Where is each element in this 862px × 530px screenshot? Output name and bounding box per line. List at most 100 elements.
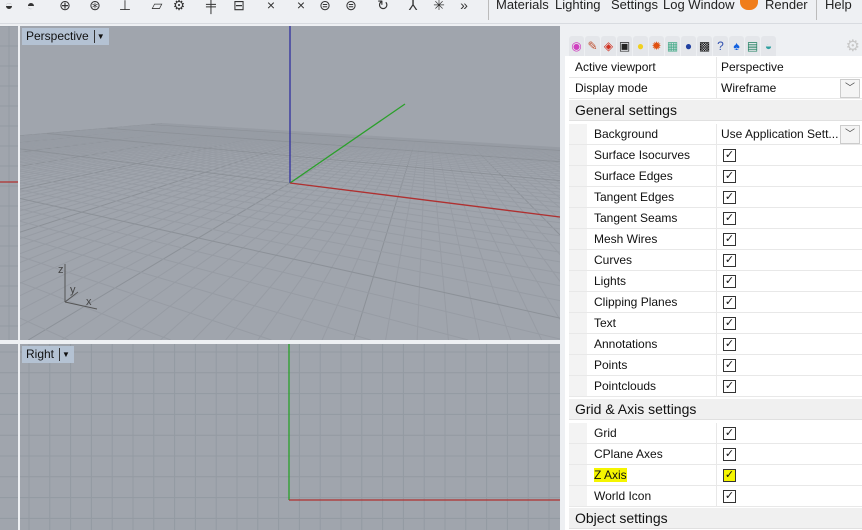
menu-log-window[interactable]: Log Window [663,0,735,11]
dropdown-chevron-icon[interactable]: ﹀ [840,79,860,98]
property-value[interactable]: ✓ [717,145,862,165]
sun-icon[interactable]: ✹ [649,36,664,56]
pen-icon[interactable]: ✎ [585,36,600,56]
property-value[interactable]: ✓ [717,376,862,396]
label-text: Mesh Wires [594,232,658,246]
checkbox[interactable]: ✓ [723,426,736,440]
checkbox[interactable]: ✓ [723,447,736,461]
label-text: Tangent Seams [594,211,678,225]
gear-icon[interactable]: ⚙ [846,36,860,56]
checkbox[interactable]: ✓ [723,190,736,204]
menu-render[interactable]: Render [765,0,808,11]
render-preview-icon[interactable]: ◓ [22,0,40,12]
perspective-viewport[interactable]: Perspective ▼ z y x [20,26,560,340]
surface-icon[interactable]: ▱ [148,0,166,12]
grid-icon[interactable]: ⊥ [116,0,134,12]
general-setting-row: Mesh Wires ✓ [569,229,862,250]
property-value[interactable]: ✓ [717,444,862,464]
bell-icon[interactable]: ♠ [729,36,744,56]
property-value[interactable]: Wireframe ﹀ [717,78,862,98]
color-wheel-icon[interactable]: ◉ [569,36,584,56]
menu-lighting[interactable]: Lighting [555,0,601,11]
transform2-icon[interactable]: × [292,0,310,12]
print-icon[interactable]: ⊟ [230,0,248,12]
checkbox[interactable]: ✓ [723,169,736,183]
toolbar: ◒ ◓ ⊕ ⊛ ⊥ ▱ ⚙ ╪ ⊟ × × ⊜ ⊜ ↻ ⅄ ✳ » Materi… [0,0,862,24]
menu-settings[interactable]: Settings [611,0,658,11]
checkbox[interactable]: ✓ [723,489,736,503]
general-settings-header[interactable]: General settings [569,100,862,121]
chevron-down-icon[interactable]: ▼ [59,348,70,361]
property-value[interactable]: Use Application Sett... ﹀ [717,124,862,144]
osnap-icon[interactable]: ⊕ [56,0,74,12]
rotate-icon[interactable]: ↻ [374,0,392,12]
property-value[interactable]: ✓ [717,334,862,354]
image-icon[interactable]: ▤ [745,36,760,56]
property-label: Pointclouds [569,376,717,396]
checker-icon[interactable]: ▩ [697,36,712,56]
checkbox[interactable]: ✓ [723,337,736,351]
mesh-icon[interactable]: ⚙ [170,0,188,12]
property-value[interactable]: ✓ [717,250,862,270]
checkbox[interactable]: ✓ [723,316,736,330]
sun-icon[interactable]: ✳ [430,0,448,12]
layers-icon[interactable]: ◈ [601,36,616,56]
property-value[interactable]: ✓ [717,313,862,333]
property-value[interactable]: ✓ [717,465,862,485]
label-text: CPlane Axes [594,447,663,461]
menu-help[interactable]: Help [825,0,852,11]
checkbox[interactable]: ✓ [723,274,736,288]
checkbox[interactable]: ✓ [723,295,736,309]
shade-icon[interactable]: ◒ [0,0,18,12]
grid-setting-row: CPlane Axes ✓ [569,444,862,465]
grid-setting-row: World Icon ✓ [569,486,862,507]
keyboard-icon[interactable]: ▦ [665,36,680,56]
checkbox[interactable]: ✓ [723,358,736,372]
cloud-icon[interactable]: ◒ [761,36,776,56]
checkbox[interactable]: ✓ [723,232,736,246]
menu-materials[interactable]: Materials [496,0,549,11]
property-value[interactable]: ✓ [717,486,862,506]
property-label: Tangent Edges [569,187,717,207]
gumball-icon[interactable]: ⊛ [86,0,104,12]
more-icon[interactable]: » [455,0,473,12]
label-text: Grid [594,426,617,440]
layout2-icon[interactable]: ⊜ [342,0,360,12]
property-value[interactable]: ✓ [717,423,862,443]
checkbox[interactable]: ✓ [723,148,736,162]
help-window-icon[interactable]: ? [713,36,728,56]
display-icon[interactable]: ▣ [617,36,632,56]
transform-icon[interactable]: × [262,0,280,12]
checkbox[interactable]: ✓ [723,211,736,225]
grid-setting-row: Z Axis ✓ [569,465,862,486]
chevron-down-icon[interactable]: ▼ [93,30,105,43]
property-value[interactable]: ✓ [717,187,862,207]
checkbox[interactable]: ✓ [723,468,736,482]
general-setting-row: Pointclouds ✓ [569,376,862,397]
property-value[interactable]: ✓ [717,229,862,249]
object-settings-header[interactable]: Object settings [569,508,862,529]
bomb-icon[interactable]: ● [681,36,696,56]
checkbox[interactable]: ✓ [723,379,736,393]
grid-line [20,220,469,340]
grid-line [20,208,560,340]
general-setting-row: Surface Isocurves ✓ [569,145,862,166]
right-viewport[interactable]: Right ▼ [20,344,560,530]
checkbox[interactable]: ✓ [723,253,736,267]
left-viewport[interactable] [0,26,18,340]
viewport-label[interactable]: Right ▼ [22,346,74,363]
left-bottom-viewport[interactable] [0,344,18,530]
dropdown-chevron-icon[interactable]: ﹀ [840,125,860,144]
property-value[interactable]: ✓ [717,208,862,228]
align-icon[interactable]: ╪ [202,0,220,12]
property-value[interactable]: ✓ [717,292,862,312]
light-icon[interactable]: ● [633,36,648,56]
layout-icon[interactable]: ⊜ [316,0,334,12]
walk-icon[interactable]: ⅄ [404,0,422,12]
viewport-label[interactable]: Perspective ▼ [22,28,109,45]
grid-axis-settings-header[interactable]: Grid & Axis settings [569,399,862,420]
property-value[interactable]: ✓ [717,355,862,375]
render-icon[interactable] [740,0,758,10]
property-value[interactable]: ✓ [717,271,862,291]
property-value[interactable]: ✓ [717,166,862,186]
